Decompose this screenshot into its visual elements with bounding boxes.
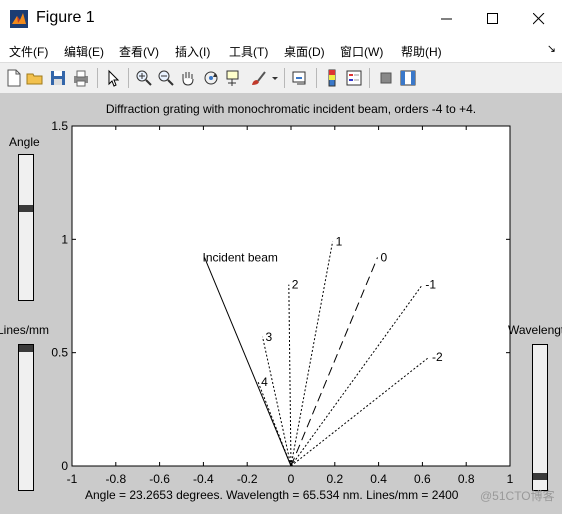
wavelength-slider[interactable] (532, 344, 548, 491)
menu-edit[interactable]: 编辑(E) (64, 43, 104, 60)
x-tick-label: -0.6 (149, 472, 170, 486)
wavelength-label: Wavelength (508, 323, 562, 337)
x-tick-label: 0 (288, 472, 295, 486)
angle-label: Angle (9, 135, 40, 149)
y-tick-label: 1.5 (51, 119, 68, 133)
x-tick-label: -0.8 (105, 472, 126, 486)
order-label: 4 (261, 375, 268, 389)
x-tick-label: -0.4 (193, 472, 214, 486)
plot-svg: Diffraction grating with monochromatic i… (51, 102, 514, 486)
lines-per-mm-label: Lines/mm (0, 323, 50, 337)
x-tick-label: 0.8 (458, 472, 475, 486)
x-tick-label: 0.2 (326, 472, 343, 486)
plot-axes-box (71, 125, 511, 467)
pan-hand-icon[interactable] (179, 69, 197, 87)
order-label: -2 (432, 350, 443, 364)
brush-icon[interactable] (249, 69, 267, 87)
pointer-icon[interactable] (104, 69, 122, 87)
lines-per-mm-slider-thumb[interactable] (19, 345, 33, 352)
new-figure-icon[interactable] (5, 69, 23, 87)
open-file-icon[interactable] (26, 69, 44, 87)
colorbar-icon[interactable] (323, 69, 341, 87)
figure-toolbar (0, 62, 562, 94)
incident-beam-label: Incident beam (202, 250, 277, 264)
print-icon[interactable] (72, 69, 90, 87)
rotate-3d-icon[interactable] (202, 69, 220, 87)
hide-plot-tools-icon[interactable] (377, 69, 395, 87)
maximize-icon (487, 13, 498, 24)
y-tick-label: 1 (61, 232, 68, 246)
menu-desktop[interactable]: 桌面(D) (284, 43, 325, 60)
zoom-out-icon[interactable] (157, 69, 175, 87)
maximize-button[interactable] (470, 0, 516, 38)
save-icon[interactable] (49, 69, 67, 87)
chart-title: Diffraction grating with monochromatic i… (106, 102, 476, 116)
order-label: 3 (266, 330, 273, 344)
order-label: 1 (336, 235, 343, 249)
zoom-in-icon[interactable] (135, 69, 153, 87)
order-label: 2 (292, 278, 299, 292)
minimize-icon (441, 18, 452, 20)
close-icon (533, 13, 545, 25)
menu-window[interactable]: 窗口(W) (340, 43, 383, 60)
figure-canvas: Diffraction grating with monochromatic i… (0, 93, 562, 514)
menu-view[interactable]: 查看(V) (119, 43, 159, 60)
y-tick-label: 0.5 (51, 346, 68, 360)
menu-file[interactable]: 文件(F) (9, 43, 48, 60)
chevron-down-icon[interactable] (271, 69, 279, 87)
minimize-button[interactable] (424, 0, 470, 38)
status-readout: Angle = 23.2653 degrees. Wavelength = 65… (85, 488, 459, 502)
angle-slider[interactable] (18, 154, 34, 301)
wavelength-slider-thumb[interactable] (533, 473, 547, 480)
link-plot-icon[interactable] (291, 69, 309, 87)
window-titlebar: Figure 1 (0, 0, 562, 38)
matlab-app-icon (10, 10, 28, 28)
menu-bar: 文件(F) 编辑(E) 查看(V) 插入(I) 工具(T) 桌面(D) 窗口(W… (0, 38, 562, 62)
menu-help[interactable]: 帮助(H) (401, 43, 442, 60)
x-tick-label: -1 (67, 472, 78, 486)
lines-per-mm-slider[interactable] (18, 344, 34, 491)
order-label: -1 (425, 278, 436, 292)
window-title: Figure 1 (36, 9, 95, 26)
x-tick-label: 1 (507, 472, 514, 486)
show-plot-tools-icon[interactable] (399, 69, 417, 87)
x-tick-label: 0.4 (370, 472, 387, 486)
y-tick-label: 0 (61, 459, 68, 473)
legend-icon[interactable] (345, 69, 363, 87)
menu-tools[interactable]: 工具(T) (229, 43, 268, 60)
x-tick-label: 0.6 (414, 472, 431, 486)
dock-arrow-icon[interactable]: ↘ (547, 42, 556, 55)
close-button[interactable] (516, 0, 562, 38)
watermark: @51CTO博客 (480, 489, 555, 503)
x-tick-label: -0.2 (237, 472, 258, 486)
data-cursor-icon[interactable] (225, 69, 243, 87)
angle-slider-thumb[interactable] (19, 205, 33, 212)
order-label: 0 (381, 250, 388, 264)
menu-insert[interactable]: 插入(I) (175, 43, 210, 60)
